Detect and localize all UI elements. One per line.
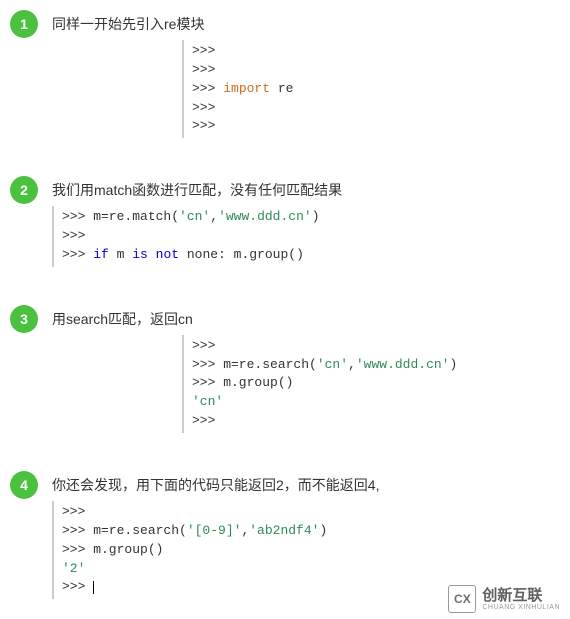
step-heading: 同样一开始先引入re模块 <box>52 14 560 34</box>
code-block: >>>>>>>>> import re>>>>>> <box>182 40 560 138</box>
code-block: >>>>>> m=re.search('cn','www.ddd.cn')>>>… <box>182 335 560 433</box>
step-3: 3 用search匹配，返回cn >>>>>> m=re.search('cn'… <box>0 305 560 433</box>
step-content: 你还会发现，用下面的代码只能返回2，而不能返回4, >>>>>> m=re.se… <box>52 471 560 599</box>
step-4: 4 你还会发现，用下面的代码只能返回2，而不能返回4, >>>>>> m=re.… <box>0 471 560 599</box>
step-content: 我们用match函数进行匹配，没有任何匹配结果 >>> m=re.match('… <box>52 176 560 267</box>
step-heading: 我们用match函数进行匹配，没有任何匹配结果 <box>52 180 560 200</box>
watermark-text: 创新互联 CHUANG XINHULIAN <box>482 588 560 611</box>
watermark-logo-icon: CX <box>448 585 476 613</box>
step-badge: 4 <box>10 471 38 499</box>
watermark: CX 创新互联 CHUANG XINHULIAN <box>448 585 560 613</box>
step-content: 同样一开始先引入re模块 >>>>>>>>> import re>>>>>> <box>52 10 560 138</box>
step-badge: 2 <box>10 176 38 204</box>
step-heading: 你还会发现，用下面的代码只能返回2，而不能返回4, <box>52 475 560 495</box>
step-badge: 3 <box>10 305 38 333</box>
step-content: 用search匹配，返回cn >>>>>> m=re.search('cn','… <box>52 305 560 433</box>
step-1: 1 同样一开始先引入re模块 >>>>>>>>> import re>>>>>> <box>0 10 560 138</box>
step-heading: 用search匹配，返回cn <box>52 309 560 329</box>
watermark-brand-en: CHUANG XINHULIAN <box>482 604 560 611</box>
step-badge: 1 <box>10 10 38 38</box>
step-2: 2 我们用match函数进行匹配，没有任何匹配结果 >>> m=re.match… <box>0 176 560 267</box>
watermark-brand-cn: 创新互联 <box>482 588 560 603</box>
code-block: >>> m=re.match('cn','www.ddd.cn')>>>>>> … <box>52 206 560 267</box>
